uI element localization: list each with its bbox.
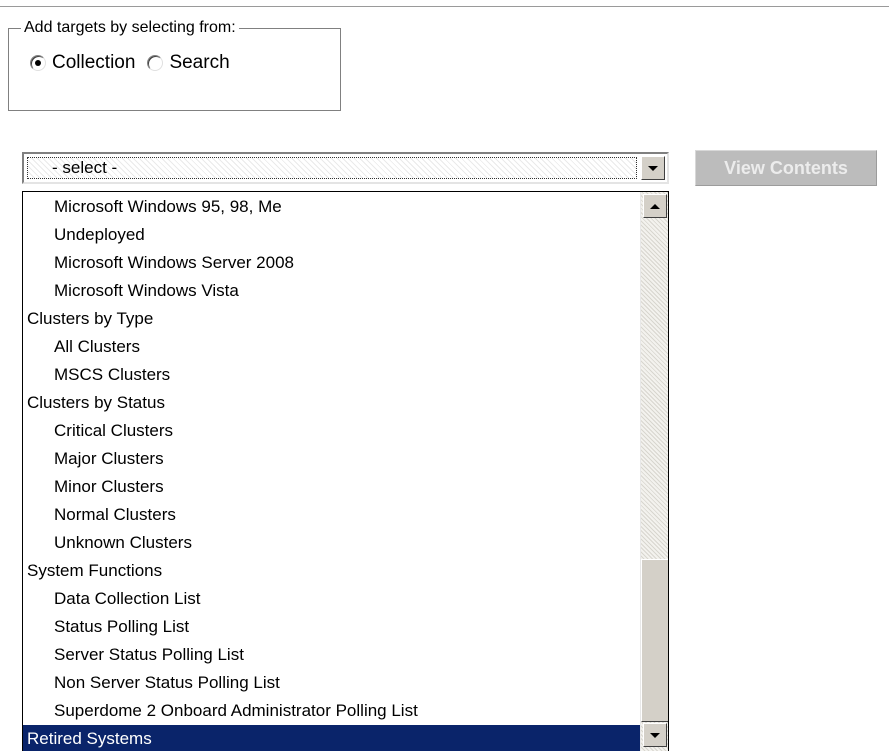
dropdown-option[interactable]: Microsoft Windows 95, 98, Me	[23, 193, 640, 221]
radio-selected-icon	[35, 60, 41, 66]
collection-radio-label[interactable]: Collection	[52, 52, 135, 74]
scroll-up-button[interactable]	[643, 194, 667, 218]
dropdown-option[interactable]: Superdome 2 Onboard Administrator Pollin…	[23, 697, 640, 725]
dropdown-option[interactable]: Status Polling List	[23, 613, 640, 641]
dropdown-option[interactable]: Unknown Clusters	[23, 529, 640, 557]
collection-radio[interactable]	[30, 55, 46, 71]
search-radio-label[interactable]: Search	[169, 52, 229, 74]
source-radio-group: Collection Search	[30, 52, 242, 74]
search-radio[interactable]	[147, 55, 164, 71]
collection-select[interactable]: - select -	[22, 152, 669, 184]
dropdown-group-option[interactable]: Clusters by Status	[23, 389, 640, 417]
dropdown-option[interactable]: Critical Clusters	[23, 417, 640, 445]
collection-dropdown-list[interactable]: Microsoft Windows 95, 98, Me Undeployed Mi…	[22, 191, 669, 751]
scrollbar-thumb[interactable]	[641, 559, 668, 722]
select-dropdown-button[interactable]	[641, 156, 665, 180]
dropdown-option[interactable]: Minor Clusters	[23, 473, 640, 501]
dropdown-option[interactable]: Microsoft Windows Server 2008	[23, 249, 640, 277]
dropdown-option[interactable]: All Clusters	[23, 333, 640, 361]
dropdown-option[interactable]: Server Status Polling List	[23, 641, 640, 669]
top-divider	[0, 6, 889, 7]
add-targets-legend: Add targets by selecting from:	[24, 19, 236, 36]
dropdown-option[interactable]: MSCS Clusters	[23, 361, 640, 389]
dropdown-group-option[interactable]: Retired Systems	[23, 725, 640, 751]
dropdown-scrollbar[interactable]	[640, 192, 668, 751]
dropdown-option[interactable]: Undeployed	[23, 221, 640, 249]
dropdown-option[interactable]: Microsoft Windows Vista	[23, 277, 640, 305]
dropdown-option[interactable]: Major Clusters	[23, 445, 640, 473]
view-contents-button[interactable]: View Contents	[695, 150, 877, 186]
dropdown-group-option[interactable]: Clusters by Type	[23, 305, 640, 333]
dropdown-group-option[interactable]: System Functions	[23, 557, 640, 585]
scroll-up-arrow-icon	[650, 203, 660, 209]
scroll-down-button[interactable]	[643, 723, 667, 747]
dropdown-option[interactable]: Data Collection List	[23, 585, 640, 613]
collection-select-value: - select -	[27, 157, 637, 179]
dropdown-option[interactable]: Normal Clusters	[23, 501, 640, 529]
chevron-down-icon	[648, 165, 658, 171]
dropdown-option[interactable]: Non Server Status Polling List	[23, 669, 640, 697]
scroll-down-arrow-icon	[650, 732, 660, 738]
